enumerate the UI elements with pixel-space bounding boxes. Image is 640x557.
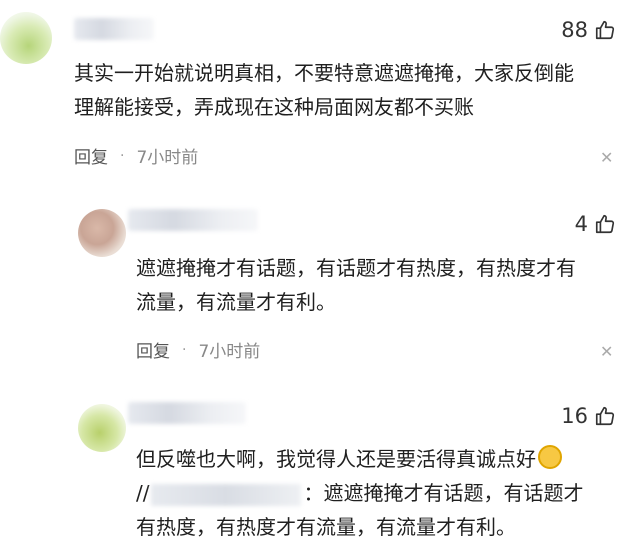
grin-emoji-icon [538, 445, 562, 469]
comment-text: 遮遮掩掩才有话题，有话题才有热度，有热度才有 流量，有流量才有利。 [136, 256, 576, 314]
username-blurred[interactable] [128, 209, 258, 231]
like-count: 88 [561, 18, 588, 42]
separator-dot: · [120, 147, 125, 164]
thumb-up-icon [595, 20, 615, 40]
close-icon[interactable]: ✕ [600, 342, 613, 361]
comment-meta: 回复 · 7小时前 [74, 143, 199, 169]
thumb-up-icon [595, 406, 615, 426]
username-blurred[interactable] [74, 18, 154, 40]
like-button[interactable]: 16 [561, 404, 616, 428]
like-count: 16 [561, 404, 588, 428]
comment-meta: 回复 · 7小时前 [136, 337, 261, 363]
comment-3: 16 但反噬也大啊，我觉得人还是要活得真诚点好 //：遮遮掩掩才有话题，有话题才… [0, 390, 640, 557]
avatar[interactable] [78, 404, 126, 452]
reply-button[interactable]: 回复 [74, 143, 108, 168]
thumb-up-icon [595, 214, 615, 234]
timestamp: 7小时前 [198, 342, 261, 362]
username-blurred[interactable] [128, 402, 246, 424]
like-button[interactable]: 88 [561, 18, 616, 42]
comment-1: 88 其实一开始就说明真相，不要特意遮遮掩掩，大家反倒能 理解能接受，弄成现在这… [0, 0, 640, 180]
comment-2: 4 遮遮掩掩才有话题，有话题才有热度，有热度才有 流量，有流量才有利。 回复 ·… [0, 195, 640, 375]
timestamp: 7小时前 [136, 148, 199, 168]
comment-text: 但反噬也大啊，我觉得人还是要活得真诚点好 //：遮遮掩掩才有话题，有话题才 有热… [136, 442, 626, 544]
comment-text: 其实一开始就说明真相，不要特意遮遮掩掩，大家反倒能 理解能接受，弄成现在这种局面… [74, 61, 574, 119]
avatar[interactable] [78, 209, 126, 257]
like-button[interactable]: 4 [575, 212, 616, 236]
like-count: 4 [574, 212, 588, 236]
comment-line-3: 有热度，有热度才有流量，有流量才有利。 [136, 515, 516, 539]
avatar[interactable] [0, 12, 52, 64]
comment-line-2: //：遮遮掩掩才有话题，有话题才 [136, 481, 584, 506]
quoted-username-blurred[interactable] [151, 483, 302, 506]
close-icon[interactable]: ✕ [600, 148, 613, 167]
reply-button[interactable]: 回复 [136, 337, 170, 362]
comment-line-1: 但反噬也大啊，我觉得人还是要活得真诚点好 [136, 442, 626, 476]
separator-dot: · [182, 341, 187, 358]
